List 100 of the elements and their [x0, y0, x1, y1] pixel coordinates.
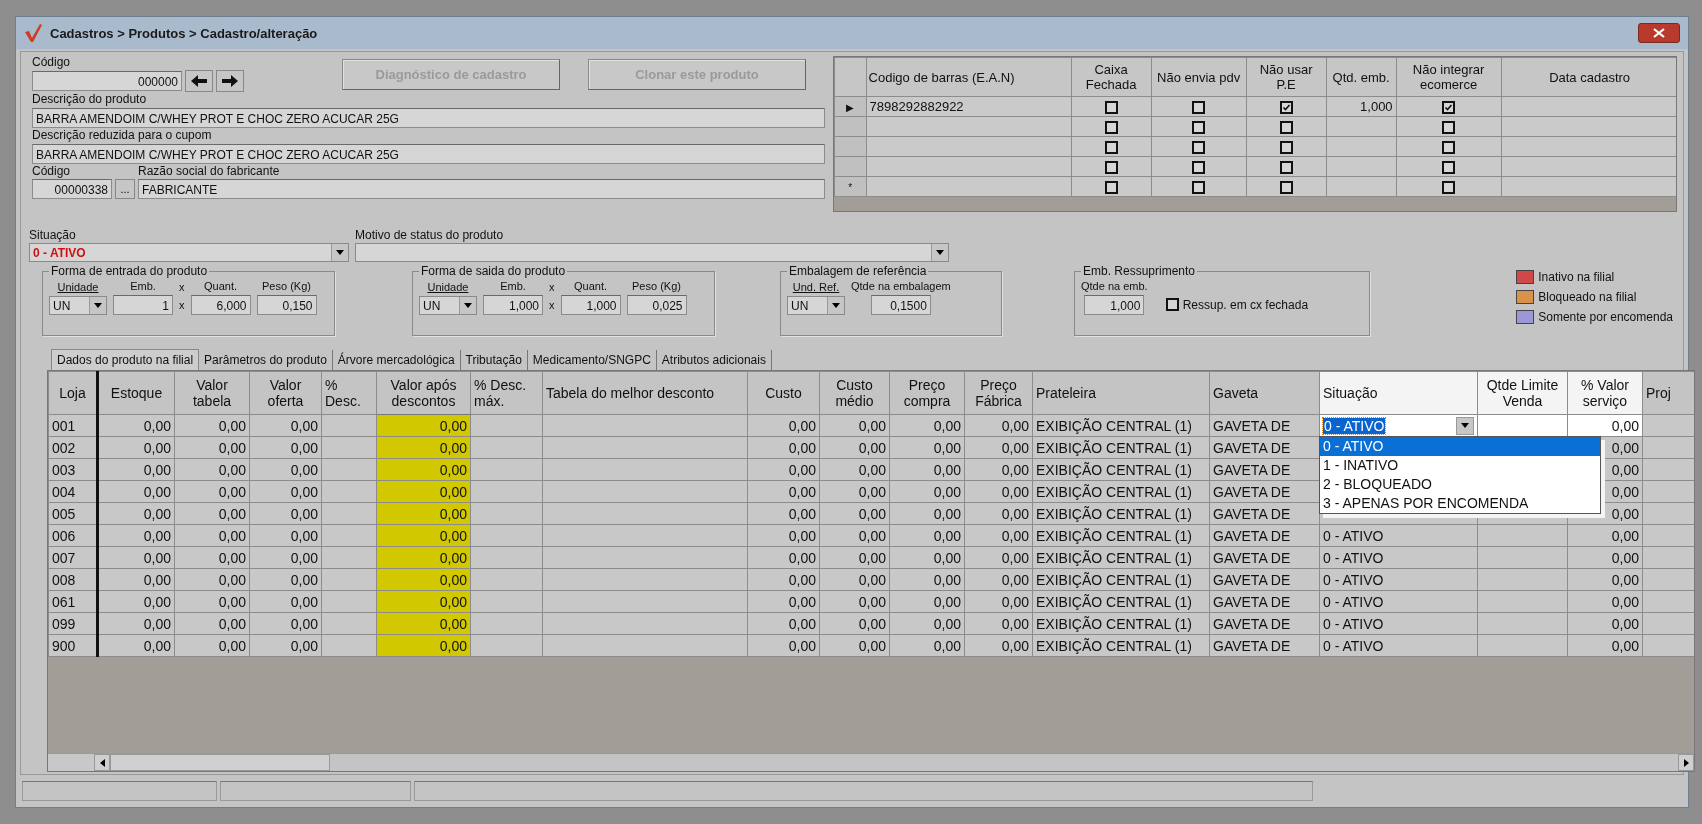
field-label: Quant. [204, 280, 237, 293]
table-cell: 0,00 [249, 634, 322, 657]
checkbox[interactable] [1442, 121, 1456, 135]
table-cell: 0,00 [97, 414, 175, 437]
table-cell: 900 [48, 634, 98, 657]
checkmark-logo-icon [24, 23, 42, 43]
checkbox[interactable] [1192, 161, 1206, 175]
field-label: x [549, 281, 555, 294]
table-cell: 0,00 [97, 524, 175, 547]
table-cell: 0 - ATIVO [1319, 524, 1478, 547]
field-label: Peso (Kg) [262, 280, 311, 293]
column-header: Qtd. emb. [1326, 57, 1397, 97]
table-cell: EXIBIÇÃO CENTRAL (1) [1032, 414, 1210, 437]
legend-label: Inativo na filial [1538, 270, 1615, 284]
next-button[interactable] [216, 70, 244, 92]
table-cell: 0,00 [964, 590, 1033, 613]
table-cell: 061 [48, 590, 98, 613]
checkbox[interactable] [1104, 141, 1118, 155]
unit-combo[interactable]: UN [787, 296, 845, 315]
number-field[interactable]: 1,000 [1084, 295, 1145, 315]
tab[interactable]: Dados do produto na filial [51, 349, 200, 370]
table-cell: EXIBIÇÃO CENTRAL (1) [1032, 436, 1210, 459]
number-field[interactable]: 0,150 [256, 295, 317, 315]
code-field[interactable]: 000000 [32, 71, 182, 91]
checkbox[interactable] [1192, 141, 1206, 155]
checkbox[interactable] [1442, 181, 1456, 195]
checkbox-label: Ressup. em cx fechada [1182, 297, 1309, 312]
field-label: Peso (Kg) [632, 280, 681, 293]
table-cell: 0,00 [819, 458, 890, 481]
table-cell: 0,00 [174, 414, 250, 437]
table-cell: GAVETA DE [1209, 568, 1320, 591]
table-cell: 004 [48, 480, 98, 503]
number-field[interactable]: 0,1500 [870, 295, 931, 315]
unit-combo[interactable]: UN [419, 296, 477, 315]
number-field[interactable]: 1,000 [560, 295, 621, 315]
dropdown-arrow-icon [936, 250, 944, 255]
checkbox[interactable] [1442, 141, 1456, 155]
field-label: x [179, 281, 185, 294]
checkbox[interactable] [1279, 141, 1293, 155]
table-cell: EXIBIÇÃO CENTRAL (1) [1032, 524, 1210, 547]
table-cell: 0,00 [747, 436, 820, 459]
table-cell: 0,00 [249, 458, 322, 481]
close-button[interactable] [1638, 23, 1680, 43]
scroll-right-icon [1683, 758, 1689, 767]
checkbox[interactable] [1279, 101, 1293, 115]
number-field[interactable]: 1,000 [483, 295, 543, 315]
table-cell: GAVETA DE [1209, 524, 1320, 547]
checkbox[interactable] [1192, 181, 1206, 195]
table-cell: GAVETA DE [1209, 414, 1320, 437]
table-cell: 003 [48, 458, 98, 481]
status-combo[interactable]: 0 - ATIVO [29, 243, 349, 262]
checkbox[interactable] [1104, 161, 1118, 175]
table-cell: 0,00 [97, 546, 175, 569]
description-field[interactable]: BARRA AMENDOIM C/WHEY PROT E CHOC ZERO ACUCAR 25G [32, 108, 825, 128]
manufacturer-code-field[interactable]: 00000338 [32, 179, 112, 199]
column-header: Loja [48, 371, 98, 415]
table-cell: EXIBIÇÃO CENTRAL (1) [1032, 612, 1210, 635]
dropdown-option[interactable]: 0 - ATIVO [1320, 437, 1600, 456]
checkbox[interactable] [1165, 298, 1179, 311]
unit-combo[interactable]: UN [49, 296, 107, 315]
table-cell: 0,00 [174, 634, 250, 657]
table-cell: 0,00 [174, 590, 250, 613]
checkbox[interactable] [1279, 181, 1293, 195]
row-indicator: ▶ [846, 102, 855, 113]
checkbox[interactable] [1104, 181, 1118, 195]
column-header: Gaveta [1209, 371, 1320, 415]
column-header: Não usar P.E [1246, 57, 1327, 97]
horizontal-scrollbar[interactable] [48, 753, 1694, 771]
close-icon [1653, 28, 1665, 38]
short-description-field[interactable]: BARRA AMENDOIM C/WHEY PROT E CHOC ZERO ACUCAR 25G [32, 144, 825, 164]
checkbox[interactable] [1279, 161, 1293, 175]
browse-button[interactable]: ... [115, 179, 135, 199]
checkbox[interactable] [1192, 121, 1206, 135]
column-header: % Valor serviço [1567, 371, 1643, 415]
table-cell: 0,00 [1567, 546, 1643, 569]
table-cell: 0,00 [249, 436, 322, 459]
table-cell: 007 [48, 546, 98, 569]
number-field[interactable]: 0,025 [626, 295, 687, 315]
table-cell: 0,00 [97, 436, 175, 459]
number-field[interactable]: 1 [113, 295, 173, 315]
table-cell: EXIBIÇÃO CENTRAL (1) [1032, 502, 1210, 525]
table-cell: 0,00 [964, 546, 1033, 569]
checkbox[interactable] [1279, 121, 1293, 135]
checkbox[interactable] [1442, 101, 1456, 115]
table-cell: 0,00 [819, 436, 890, 459]
table-cell: 0,00 [819, 524, 890, 547]
manufacturer-name-field[interactable]: FABRICANTE [138, 179, 825, 199]
column-header: Estoque [97, 371, 175, 415]
status-cell-combo[interactable]: 0 - ATIVO [1323, 416, 1474, 435]
column-header: Não integrar ecomerce [1396, 57, 1502, 97]
previous-button[interactable] [185, 70, 213, 92]
checkbox[interactable] [1442, 161, 1456, 175]
table-cell: 0,00 [97, 568, 175, 591]
checkbox[interactable] [1104, 101, 1118, 115]
checkbox[interactable] [1104, 121, 1118, 135]
checkbox[interactable] [1192, 101, 1206, 115]
legend-label: Somente por encomenda [1538, 310, 1673, 324]
number-field[interactable]: 6,000 [190, 295, 251, 315]
table-cell: 001 [48, 414, 98, 437]
table-cell: 0,00 [747, 458, 820, 481]
